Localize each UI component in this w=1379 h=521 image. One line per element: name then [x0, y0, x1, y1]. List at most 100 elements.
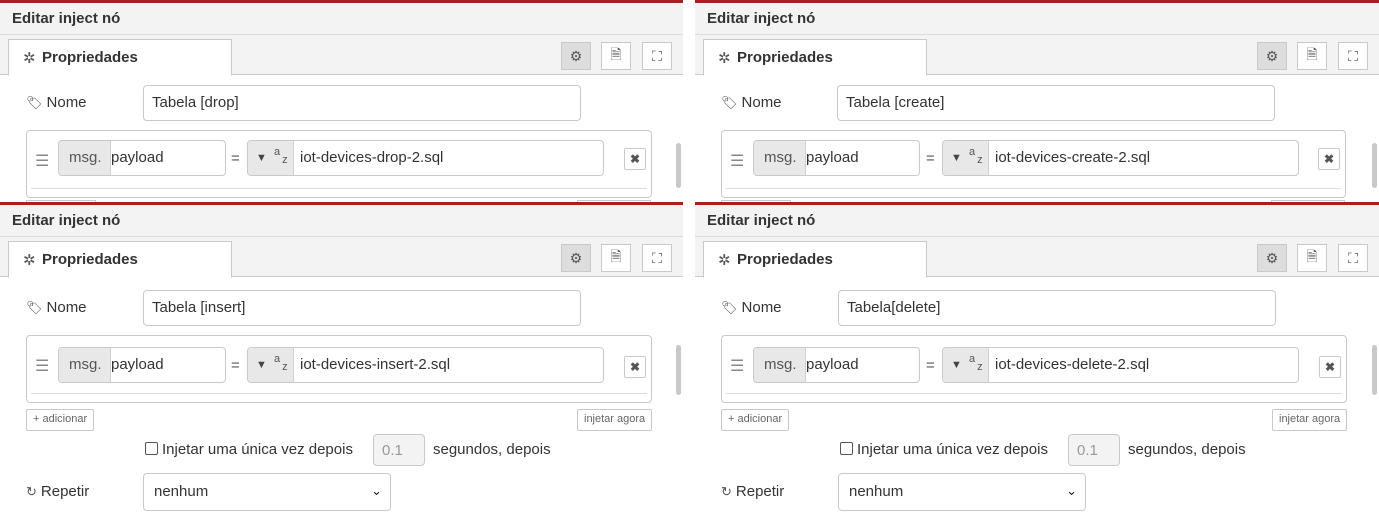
document-icon: 🗎 — [1306, 46, 1318, 62]
inject-now-button[interactable]: injetar agora — [577, 409, 653, 431]
appearance-tab-button[interactable]: ⛶ — [1338, 244, 1368, 272]
property-input[interactable]: msg. payload — [58, 347, 226, 383]
scrollbar[interactable] — [676, 345, 681, 395]
refresh-icon: ↻ — [721, 484, 732, 499]
edit-panel-delete: Editar inject nó ✲ Propriedades ⚙ 🗎 ⛶ 🏷 N… — [695, 202, 1379, 521]
inject-once-checkbox[interactable] — [145, 442, 158, 455]
remove-row-button[interactable]: ✖ — [1318, 148, 1340, 170]
inject-once-checkbox[interactable] — [840, 442, 853, 455]
drag-handle-icon[interactable]: ☰ — [35, 151, 49, 171]
name-input[interactable]: Tabela [create] — [837, 85, 1275, 121]
string-type-icon: az — [969, 353, 983, 373]
equals-sign: = — [231, 150, 240, 167]
payload-input[interactable]: ▼ az iot-devices-create-2.sql — [942, 140, 1299, 176]
description-tab-button[interactable]: 🗎 — [1297, 244, 1327, 272]
tag-icon: 🏷 — [721, 300, 738, 315]
tray-title: Editar inject nó — [12, 10, 121, 27]
caret-down-icon: ▼ — [951, 359, 962, 371]
close-icon: ✖ — [629, 152, 641, 166]
payload-input[interactable]: ▼ az iot-devices-drop-2.sql — [247, 140, 604, 176]
once-delay-input[interactable]: 0.1 — [373, 434, 425, 466]
repeat-select[interactable]: nenhum ⌄ — [143, 473, 391, 511]
settings-tab-button[interactable]: ⚙ — [1257, 42, 1287, 70]
property-list: ☰ msg. payload = ▼ az iot-devices-delete… — [721, 335, 1347, 403]
plus-icon: + — [33, 413, 40, 425]
payload-input[interactable]: ▼ az iot-devices-insert-2.sql — [247, 347, 604, 383]
gear-icon: ⚙ — [569, 47, 583, 64]
remove-row-button[interactable]: ✖ — [624, 356, 646, 378]
settings-tab-button[interactable]: ⚙ — [1257, 244, 1287, 272]
inject-now-button[interactable]: injetar agora — [1272, 409, 1348, 431]
equals-sign: = — [926, 357, 935, 374]
equals-sign: = — [231, 357, 240, 374]
msg-type-selector[interactable]: msg. — [754, 348, 806, 382]
settings-tab-button[interactable]: ⚙ — [561, 42, 591, 70]
name-input[interactable]: Tabela [insert] — [143, 290, 581, 326]
remove-row-button[interactable]: ✖ — [624, 148, 646, 170]
name-input[interactable]: Tabela [drop] — [143, 85, 581, 121]
close-icon: ✖ — [629, 360, 641, 374]
tray-header: Editar inject nó — [695, 3, 1379, 35]
string-type-selector[interactable]: ▼ az — [248, 348, 294, 382]
close-icon: ✖ — [1323, 152, 1335, 166]
scrollbar[interactable] — [1372, 345, 1377, 395]
plus-icon: + — [728, 413, 735, 425]
close-icon: ✖ — [1324, 360, 1336, 374]
tabs-row: ✲ Propriedades ⚙ 🗎 ⛶ — [695, 237, 1379, 278]
msg-type-selector[interactable]: msg. — [59, 141, 111, 175]
scrollbar[interactable] — [676, 143, 681, 188]
add-button[interactable]: + adicionar — [721, 409, 790, 431]
description-tab-button[interactable]: 🗎 — [601, 42, 631, 70]
payload-value: iot-devices-insert-2.sql — [300, 356, 451, 373]
gear-icon: ⚙ — [1265, 47, 1279, 64]
property-list: ☰ msg. payload = ▼ az iot-devices-insert… — [26, 335, 652, 403]
property-input[interactable]: msg. payload — [753, 347, 920, 383]
tab-label: Propriedades — [737, 49, 833, 66]
tab-properties[interactable]: ✲ Propriedades — [8, 39, 232, 76]
drag-handle-icon[interactable]: ☰ — [730, 151, 744, 171]
string-type-icon: az — [274, 353, 288, 373]
cog-icon: ✲ — [23, 50, 36, 67]
appearance-tab-button[interactable]: ⛶ — [1338, 42, 1368, 70]
appearance-tab-button[interactable]: ⛶ — [642, 42, 672, 70]
drag-handle-icon[interactable]: ☰ — [730, 356, 744, 376]
tray-title: Editar inject nó — [707, 10, 816, 27]
description-tab-button[interactable]: 🗎 — [1297, 42, 1327, 70]
once-delay-input[interactable]: 0.1 — [1068, 434, 1120, 466]
cog-icon: ✲ — [718, 50, 731, 67]
appearance-tab-button[interactable]: ⛶ — [642, 244, 672, 272]
property-value: payload — [806, 149, 859, 166]
remove-row-button[interactable]: ✖ — [1319, 356, 1341, 378]
scrollbar[interactable] — [1372, 143, 1377, 188]
description-tab-button[interactable]: 🗎 — [601, 244, 631, 272]
cog-icon: ✲ — [23, 252, 36, 269]
tag-icon: 🏷 — [26, 95, 43, 110]
tab-properties[interactable]: ✲ Propriedades — [8, 241, 232, 278]
msg-type-selector[interactable]: msg. — [59, 348, 111, 382]
tray-title: Editar inject nó — [12, 212, 121, 229]
name-input[interactable]: Tabela[delete] — [838, 290, 1276, 326]
drag-handle-icon[interactable]: ☰ — [35, 356, 49, 376]
frame-icon: ⛶ — [652, 249, 662, 266]
string-type-selector[interactable]: ▼ az — [943, 348, 989, 382]
msg-type-selector[interactable]: msg. — [754, 141, 806, 175]
settings-tab-button[interactable]: ⚙ — [561, 244, 591, 272]
tab-properties[interactable]: ✲ Propriedades — [703, 39, 927, 76]
property-input[interactable]: msg. payload — [753, 140, 920, 176]
tabs-row: ✲ Propriedades ⚙ 🗎 ⛶ — [0, 237, 683, 278]
property-input[interactable]: msg. payload — [58, 140, 226, 176]
equals-sign: = — [926, 150, 935, 167]
seconds-label: segundos, depois — [433, 441, 551, 458]
string-type-selector[interactable]: ▼ az — [248, 141, 294, 175]
tray-header: Editar inject nó — [695, 205, 1379, 237]
tab-properties[interactable]: ✲ Propriedades — [703, 241, 927, 278]
caret-down-icon: ▼ — [951, 152, 962, 164]
payload-input[interactable]: ▼ az iot-devices-delete-2.sql — [942, 347, 1299, 383]
repeat-select[interactable]: nenhum ⌄ — [838, 473, 1086, 511]
seconds-label: segundos, depois — [1128, 441, 1246, 458]
tray-header: Editar inject nó — [0, 3, 683, 35]
inject-once-row: Injetar uma única vez depois — [145, 441, 353, 458]
tabs-row: ✲ Propriedades ⚙ 🗎 ⛶ — [695, 35, 1379, 76]
add-button[interactable]: + adicionar — [26, 409, 95, 431]
string-type-selector[interactable]: ▼ az — [943, 141, 989, 175]
